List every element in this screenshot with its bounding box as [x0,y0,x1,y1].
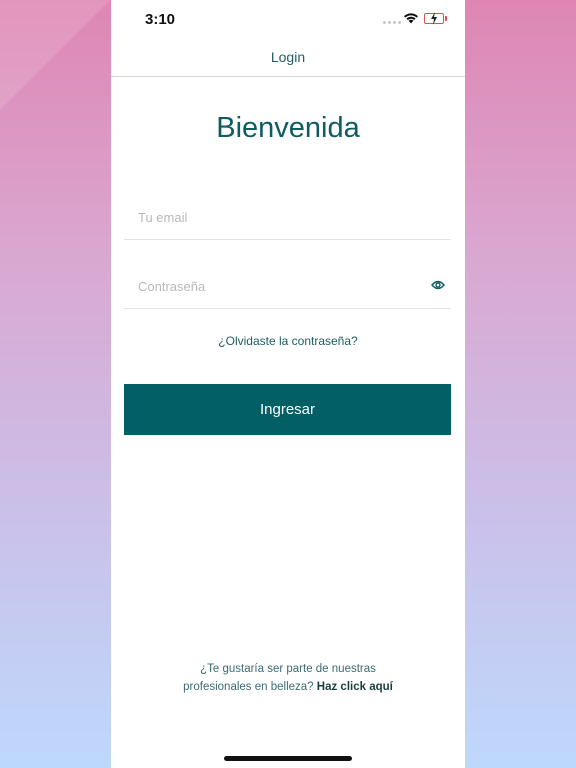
password-field [124,268,451,309]
charging-bolt-icon [431,12,437,25]
welcome-heading: Bienvenida [216,112,360,144]
home-indicator[interactable] [224,756,352,761]
eye-icon[interactable] [431,279,445,291]
phone-screen: 3:10 Login Bienvenida ¿Olvidaste la cont… [111,0,465,768]
footer-line-2: profesionales en belleza? [183,681,314,693]
footer-line-1: ¿Te gustaría ser parte de nuestras [200,663,376,675]
footer-line-2-container: profesionales en belleza? Haz click aquí [111,678,465,696]
wifi-icon [404,13,418,24]
background-decoration [0,0,110,110]
nav-title: Login [270,49,306,65]
cellular-signal-icon [383,21,401,24]
navigation-bar: Login [111,38,465,77]
email-input[interactable] [138,199,418,235]
forgot-password-link[interactable]: ¿Olvidaste la contraseña? [111,334,465,348]
status-time: 3:10 [145,11,176,28]
battery-charging-icon [424,12,447,25]
password-input[interactable] [138,268,418,304]
signup-link[interactable]: Haz click aquí [317,681,393,693]
email-field [124,199,451,240]
login-button[interactable]: Ingresar [124,384,451,435]
footer-signup-prompt: ¿Te gustaría ser parte de nuestras profe… [111,660,465,696]
status-bar: 3:10 [111,0,465,38]
